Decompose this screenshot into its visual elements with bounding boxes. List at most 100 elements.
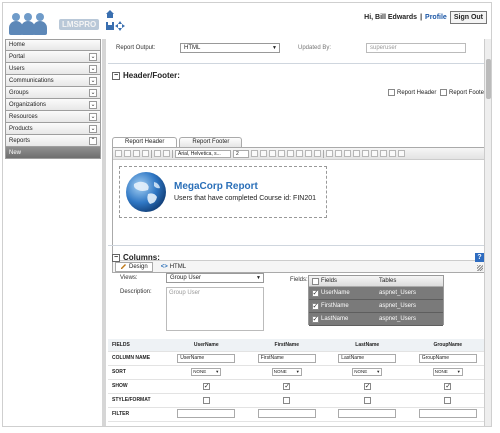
html-mode-tab[interactable]: <> HTML [157, 262, 190, 272]
show-checkbox[interactable] [444, 382, 452, 390]
column-name-input[interactable]: UserName [177, 353, 236, 363]
sidebar-item-reports[interactable]: Reports ⌃ [5, 135, 101, 147]
report-header-checkbox[interactable]: Report Header [388, 89, 436, 96]
show-checkbox[interactable] [202, 382, 210, 390]
sign-out-button[interactable]: Sign Out [449, 11, 487, 24]
font-size-select[interactable]: 2 [233, 149, 249, 158]
report-header-content[interactable]: MegaCorp Report Users that have complete… [119, 166, 327, 218]
align-left-icon[interactable] [278, 150, 285, 157]
sidebar-item-portal[interactable]: Portal ⌄ [5, 51, 101, 63]
style-checkbox[interactable] [202, 396, 210, 404]
design-mode-tab[interactable]: Design [115, 261, 153, 272]
show-checkbox[interactable] [363, 382, 371, 390]
paste-icon[interactable] [133, 150, 140, 157]
tab-report-header[interactable]: Report Header [112, 137, 178, 147]
fields-grid-row[interactable]: LastName aspnet_Users [309, 313, 443, 326]
font-family-select[interactable]: Arial, Helvetica, s... [175, 149, 231, 158]
chevron-down-icon[interactable]: ⌄ [89, 124, 97, 133]
style-checkbox[interactable] [283, 396, 291, 404]
filter-input[interactable] [418, 408, 477, 418]
field-checkbox[interactable] [311, 302, 319, 310]
align-center-icon[interactable] [287, 150, 294, 157]
filter-input[interactable] [177, 408, 236, 418]
cut-icon[interactable] [115, 150, 122, 157]
table-icon[interactable] [380, 150, 387, 157]
select-all-checkbox[interactable] [311, 277, 319, 285]
italic-icon[interactable] [260, 150, 267, 157]
chevron-down-icon[interactable]: ⌄ [89, 64, 97, 73]
sort-select[interactable]: NONE ▼ [271, 368, 302, 376]
chevron-down-icon[interactable]: ⌄ [89, 100, 97, 109]
redo-icon[interactable] [163, 150, 170, 157]
fields-grid-row[interactable]: UserName aspnet_Users [309, 287, 443, 300]
field-name: FirstName [321, 303, 349, 309]
link-icon[interactable] [362, 150, 369, 157]
style-checkbox[interactable] [444, 396, 452, 404]
bold-icon[interactable] [251, 150, 258, 157]
collapse-icon[interactable]: − [112, 253, 120, 262]
filter-input[interactable] [257, 408, 316, 418]
column-name-input[interactable]: FirstName [257, 353, 316, 363]
home-icon[interactable] [105, 9, 115, 19]
image-icon[interactable] [371, 150, 378, 157]
rich-text-editor[interactable]: Arial, Helvetica, s... 2 MegaCorp Report… [112, 147, 485, 273]
sidebar-item-organizations[interactable]: Organizations ⌄ [5, 99, 101, 111]
tab-report-footer[interactable]: Report Footer [179, 137, 243, 147]
field-checkbox[interactable] [311, 289, 319, 297]
report-output-select[interactable]: HTML ▼ [180, 43, 280, 53]
underline-icon[interactable] [269, 150, 276, 157]
sidebar-item-users[interactable]: Users ⌄ [5, 63, 101, 75]
column-name-input[interactable]: GroupName [418, 353, 477, 363]
sort-select[interactable]: NONE ▼ [432, 368, 463, 376]
save-icon[interactable] [105, 21, 115, 31]
column-name-input[interactable]: LastName [338, 353, 397, 363]
chevron-up-icon[interactable]: ⌃ [89, 136, 97, 145]
views-select[interactable]: Group User ▼ [166, 273, 264, 283]
chevron-down-icon[interactable]: ⌄ [89, 52, 97, 61]
fields-grid-row[interactable]: FirstName aspnet_Users [309, 300, 443, 313]
chevron-down-icon[interactable]: ⌄ [89, 76, 97, 85]
indent-icon[interactable] [353, 150, 360, 157]
sidebar-splitter[interactable] [102, 39, 106, 426]
description-textarea[interactable]: Group User [166, 287, 264, 331]
updated-by-input[interactable]: superuser [366, 43, 466, 53]
checkbox[interactable] [440, 89, 447, 96]
show-checkbox[interactable] [283, 382, 291, 390]
sidebar-item-home[interactable]: Home [5, 39, 101, 51]
sidebar-item-communications[interactable]: Communications ⌄ [5, 75, 101, 87]
vertical-scrollbar[interactable] [484, 39, 491, 426]
sort-select[interactable]: NONE ▼ [191, 368, 222, 376]
sidebar-item-resources[interactable]: Resources ⌄ [5, 111, 101, 123]
paste-text-icon[interactable] [142, 150, 149, 157]
checkbox[interactable] [388, 89, 395, 96]
print-icon[interactable] [398, 150, 405, 157]
resize-grip[interactable] [477, 265, 483, 271]
filter-input[interactable] [338, 408, 397, 418]
copy-icon[interactable] [124, 150, 131, 157]
justify-icon[interactable] [305, 150, 312, 157]
lmspro-logo[interactable]: LMSPRO [9, 7, 100, 35]
help-icon[interactable]: ? [475, 253, 484, 262]
chevron-down-icon[interactable]: ⌄ [89, 88, 97, 97]
sidebar-item-groups[interactable]: Groups ⌄ [5, 87, 101, 99]
field-checkbox[interactable] [311, 315, 319, 323]
profile-link[interactable]: Profile [425, 14, 447, 21]
ordered-list-icon[interactable] [326, 150, 333, 157]
report-footer-checkbox[interactable]: Report Footer [440, 89, 486, 96]
sort-select[interactable]: NONE ▼ [352, 368, 383, 376]
outdent-icon[interactable] [344, 150, 351, 157]
sidebar-item-new[interactable]: New [5, 147, 101, 159]
sidebar-item-products[interactable]: Products ⌄ [5, 123, 101, 135]
sidebar-item-label: Organizations [9, 101, 47, 108]
style-checkbox[interactable] [363, 396, 371, 404]
undo-icon[interactable] [154, 150, 161, 157]
align-right-icon[interactable] [296, 150, 303, 157]
bullet-list-icon[interactable] [335, 150, 342, 157]
table-header-row: FIELDS UserName FirstName LastName Group… [108, 339, 488, 352]
chevron-down-icon[interactable]: ⌄ [89, 112, 97, 121]
font-color-icon[interactable] [314, 150, 321, 157]
move-icon[interactable] [115, 21, 125, 31]
collapse-icon[interactable]: − [112, 71, 120, 80]
scroll-thumb[interactable] [486, 59, 491, 99]
hr-icon[interactable] [389, 150, 396, 157]
